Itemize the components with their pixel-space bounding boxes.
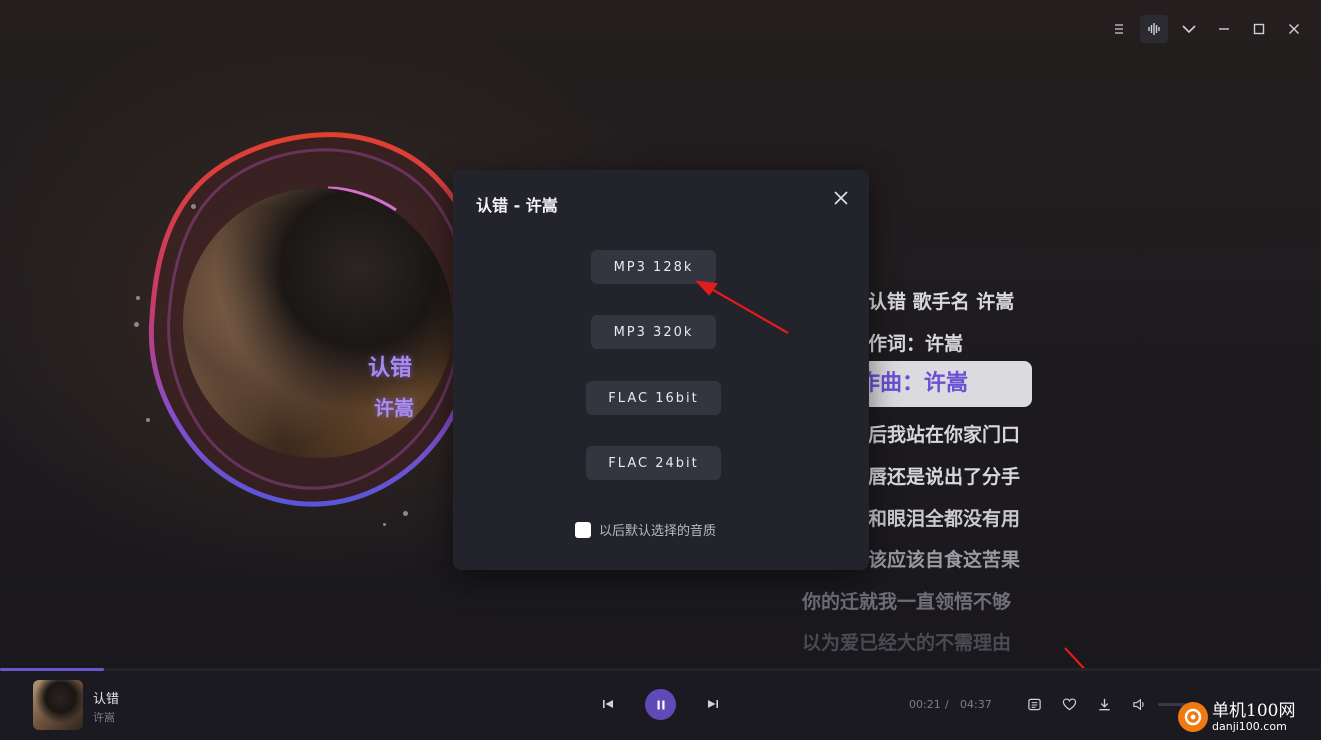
lyric-line: 后我站在你家门口 xyxy=(868,424,1021,446)
player-bar: 认错 许嵩 00:21 / 04:37 xyxy=(0,668,1321,740)
pause-icon xyxy=(657,700,664,709)
music-player-app: 认错 许嵩 认错 歌手名 许嵩 作词：许嵩 作曲：许嵩 后我站在你家门口 唇还是… xyxy=(0,0,1321,740)
total-time: 04:37 xyxy=(960,698,992,711)
lyric-line: 认错 歌手名 许嵩 xyxy=(868,291,1015,313)
cover-title-text: 认错 xyxy=(368,356,413,381)
lyric-line: 唇还是说出了分手 xyxy=(868,466,1021,488)
album-disc: 认错 许嵩 xyxy=(148,130,488,510)
progress-bar[interactable] xyxy=(0,668,1321,671)
soundwave-icon[interactable] xyxy=(1140,15,1168,43)
minimize-icon[interactable] xyxy=(1210,15,1238,43)
particle-dot xyxy=(403,511,408,516)
watermark-title: 单机100网 xyxy=(1212,700,1296,721)
dialog-title: 认错 - 许嵩 xyxy=(476,196,558,215)
checkbox-box[interactable] xyxy=(575,521,591,538)
album-thumbnail[interactable] xyxy=(33,680,83,730)
site-watermark: 单机100网 danji100.com xyxy=(1178,694,1321,740)
lyrics-icon[interactable] xyxy=(1025,695,1043,713)
menu-icon[interactable] xyxy=(1105,15,1133,43)
progress-fill xyxy=(0,668,105,671)
song-artist[interactable]: 许嵩 xyxy=(93,709,115,725)
favorite-heart-icon[interactable] xyxy=(1060,695,1078,713)
volume-icon[interactable] xyxy=(1130,695,1148,713)
previous-track-icon[interactable] xyxy=(600,696,616,712)
quality-option-flac-16bit[interactable]: FLAC 16bit xyxy=(586,381,721,415)
quality-option-flac-24bit[interactable]: FLAC 24bit xyxy=(586,446,721,480)
lyric-line: 以为爱已经大的不需理由 xyxy=(802,632,1012,654)
particle-dot xyxy=(383,523,386,526)
maximize-icon[interactable] xyxy=(1245,15,1273,43)
particle-dot xyxy=(136,296,140,300)
particle-dot xyxy=(191,204,196,209)
time-separator: / xyxy=(945,698,949,711)
current-time: 00:21 xyxy=(909,698,941,711)
lyric-line: 该应该自食这苦果 xyxy=(868,549,1021,571)
lyric-line: 作词：许嵩 xyxy=(868,333,964,355)
download-icon[interactable] xyxy=(1095,695,1113,713)
remember-quality-label: 以后默认选择的音质 xyxy=(599,524,717,539)
collapse-icon[interactable] xyxy=(1175,15,1203,43)
quality-option-mp3-320k[interactable]: MP3 320k xyxy=(591,315,716,349)
particle-dot xyxy=(134,322,139,327)
quality-option-mp3-128k[interactable]: MP3 128k xyxy=(591,250,716,284)
lyric-line: 和眼泪全都没有用 xyxy=(868,508,1021,530)
watermark-logo-icon xyxy=(1178,702,1208,732)
dialog-close-icon[interactable] xyxy=(829,186,853,210)
watermark-url: danji100.com xyxy=(1212,719,1287,733)
quality-dialog: 认错 - 许嵩 MP3 128k MP3 320k FLAC 16bit FLA… xyxy=(453,170,869,570)
close-icon[interactable] xyxy=(1280,15,1308,43)
cover-artist-text: 许嵩 xyxy=(374,396,414,420)
next-track-icon[interactable] xyxy=(705,696,721,712)
pause-button[interactable] xyxy=(645,689,676,720)
song-title[interactable]: 认错 xyxy=(93,688,119,707)
lyric-line: 你的迁就我一直领悟不够 xyxy=(802,591,1012,613)
remember-quality-checkbox[interactable]: 以后默认选择的音质 xyxy=(575,520,716,539)
particle-dot xyxy=(146,418,150,422)
